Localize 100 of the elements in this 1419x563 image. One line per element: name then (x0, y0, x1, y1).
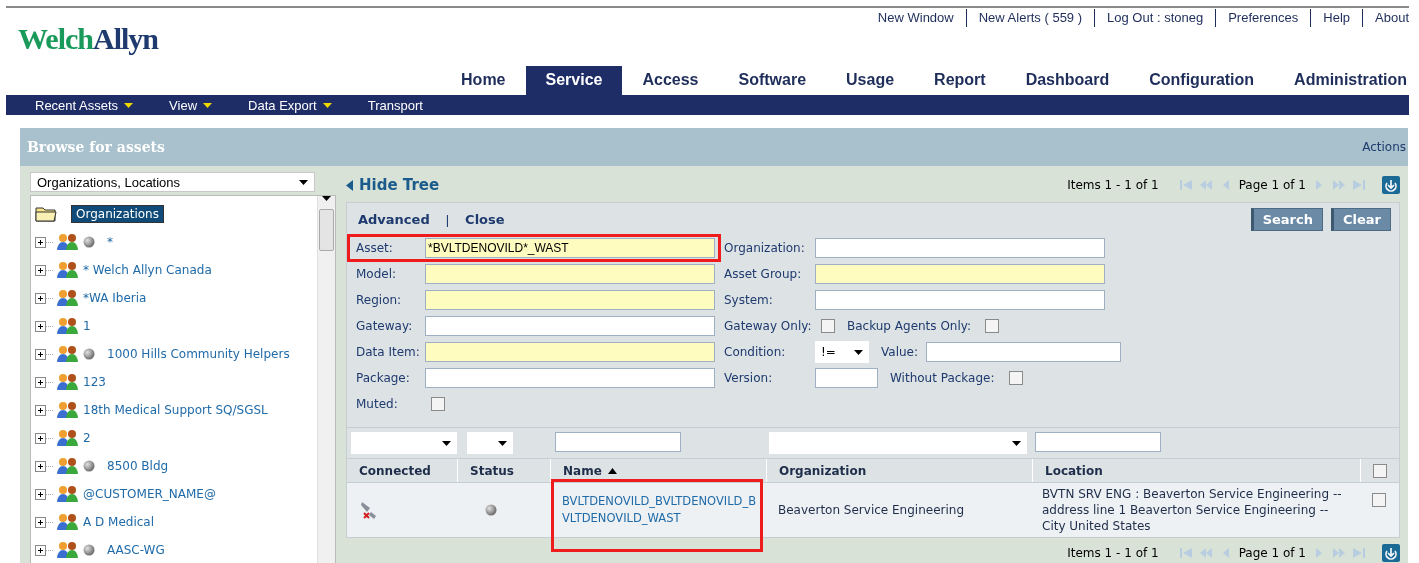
nav-tab[interactable]: Home (441, 66, 526, 95)
people-icon (57, 401, 79, 419)
nav-tab[interactable]: Dashboard (1005, 66, 1130, 95)
filter-field[interactable] (555, 432, 681, 452)
page-indicator: Page 1 of 1 (1238, 546, 1306, 560)
form-button[interactable]: Clear (1331, 207, 1391, 231)
nav-tab[interactable]: Software (718, 66, 827, 95)
expand-icon[interactable] (35, 432, 53, 444)
nav-tab[interactable]: Report (914, 66, 1006, 95)
first-page-icon[interactable] (1178, 547, 1193, 559)
field-label: Asset Group: (724, 267, 803, 281)
text-field[interactable]: *BVLTDENOVILD*_WAST (425, 238, 715, 258)
text-field[interactable] (815, 368, 878, 388)
checkbox[interactable] (821, 319, 835, 333)
caret-icon (1012, 440, 1021, 446)
close-link[interactable]: Close (465, 211, 505, 227)
header-link[interactable]: New Alerts ( 559 ) (965, 9, 1095, 27)
tree-item[interactable]: 1000 Hills Community Helpers (107, 347, 290, 361)
expand-icon[interactable] (35, 460, 53, 472)
items-count: Items 1 - 1 of 1 (1067, 178, 1159, 192)
form-button[interactable]: Search (1250, 207, 1323, 231)
hide-tree-link[interactable]: Hide Tree (346, 176, 440, 194)
filter-field[interactable] (1035, 432, 1161, 452)
nav-tab[interactable]: Configuration (1129, 66, 1275, 95)
text-field[interactable] (815, 238, 1105, 258)
last-page-icon[interactable] (1352, 547, 1366, 559)
nav-tab[interactable]: Administration (1274, 66, 1409, 95)
expand-icon[interactable] (35, 404, 53, 416)
tree-item[interactable]: 18th Medical Support SQ/SGSL (83, 403, 268, 417)
advanced-link[interactable]: Advanced (358, 211, 430, 227)
scrollbar[interactable] (317, 196, 335, 563)
header-link[interactable]: Preferences (1215, 9, 1311, 27)
expand-icon[interactable] (35, 348, 53, 360)
tree-item[interactable]: AASC-WG (107, 543, 165, 557)
tree-root[interactable]: Organizations (71, 205, 164, 223)
expand-icon[interactable] (35, 320, 53, 332)
tree-type-select[interactable]: Organizations, Locations (30, 172, 315, 192)
tree-item[interactable]: * (107, 235, 113, 249)
header-link[interactable]: New Window (865, 9, 966, 27)
filter-select[interactable] (467, 432, 513, 454)
expand-icon[interactable] (35, 376, 53, 388)
nav-tab[interactable]: Service (525, 66, 623, 95)
column-header[interactable]: Location (1032, 459, 1360, 482)
menu-item[interactable]: Transport (367, 97, 423, 113)
select-all-checkbox[interactable] (1373, 463, 1387, 478)
text-field[interactable] (425, 264, 715, 284)
expand-icon[interactable] (35, 236, 53, 248)
expand-icon[interactable] (35, 264, 53, 276)
row-checkbox[interactable] (1372, 493, 1386, 507)
tree-item[interactable]: 123 (83, 375, 106, 389)
header-link[interactable]: Help (1310, 9, 1362, 27)
expand-icon[interactable] (35, 516, 53, 528)
column-header[interactable]: Name (550, 459, 766, 482)
tree-item[interactable]: A D Medical (83, 515, 155, 529)
rewind-icon[interactable] (1198, 179, 1213, 191)
tree-item[interactable]: *WA Iberia (83, 291, 147, 305)
menu-item[interactable]: Data Export (248, 97, 332, 113)
dropdown-caret-icon (203, 102, 213, 108)
menu-item[interactable]: Recent Assets (35, 97, 134, 113)
text-field[interactable] (425, 290, 715, 310)
rewind-icon[interactable] (1198, 547, 1213, 559)
asset-name-link[interactable]: BVLTDENOVILD_BVLTDENOVILD_BVLTDENOVILD_WAST (562, 493, 758, 527)
text-field[interactable] (425, 316, 715, 336)
separator: | (445, 211, 450, 227)
header-link[interactable]: About (1362, 9, 1409, 27)
last-page-icon[interactable] (1352, 179, 1366, 191)
checkbox[interactable] (431, 397, 445, 411)
tree-item[interactable]: 1 (83, 319, 91, 333)
tree-item[interactable]: @CUSTOMER_NAME@ (83, 487, 216, 501)
expand-icon[interactable] (35, 544, 53, 556)
text-field[interactable] (425, 368, 715, 388)
field-label: Version: (724, 371, 774, 385)
expand-icon[interactable] (35, 488, 53, 500)
fast-forward-icon[interactable] (1332, 547, 1346, 559)
tree-item[interactable]: 8500 Bldg (107, 459, 169, 473)
column-header[interactable]: Connected (347, 459, 457, 482)
fast-forward-icon[interactable] (1332, 179, 1346, 191)
nav-tab[interactable]: Usage (826, 66, 915, 95)
menu-item[interactable]: View (169, 97, 213, 113)
actions-link[interactable]: Actions (1362, 140, 1406, 154)
column-header[interactable]: Organization (766, 459, 1032, 482)
expand-icon[interactable] (35, 292, 53, 304)
header-link[interactable]: Log Out : stoneg (1094, 9, 1216, 27)
field-label: Region: (356, 293, 403, 307)
checkbox[interactable] (1008, 371, 1023, 385)
panel-title: Browse for assets (27, 139, 165, 155)
condition-select[interactable]: != (815, 341, 869, 363)
column-header[interactable]: Status (457, 459, 550, 482)
text-field[interactable] (425, 342, 715, 362)
text-field[interactable] (926, 342, 1121, 362)
text-field[interactable] (815, 264, 1105, 284)
first-page-icon[interactable] (1178, 179, 1193, 191)
welch-allyn-logo: WelchAllyn (18, 22, 159, 56)
scroll-thumb[interactable] (319, 209, 334, 251)
tree-item[interactable]: * Welch Allyn Canada (83, 263, 212, 277)
collapse-arrow-icon (346, 179, 353, 191)
checkbox[interactable] (985, 319, 1000, 333)
nav-tab[interactable]: Access (622, 66, 719, 95)
text-field[interactable] (815, 290, 1105, 310)
tree-item[interactable]: 2 (83, 431, 91, 445)
